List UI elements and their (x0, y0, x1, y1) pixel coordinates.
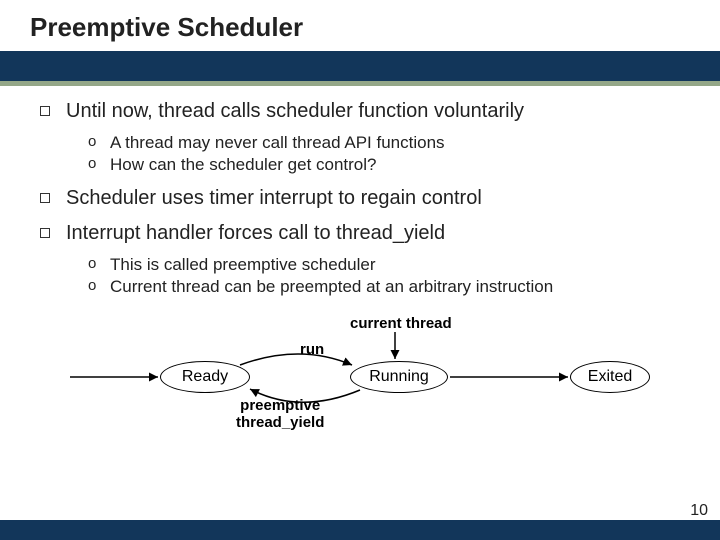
bullet-text: Interrupt handler forces call to thread_… (66, 222, 445, 245)
bullet-item: Until now, thread calls scheduler functi… (40, 100, 690, 123)
sub-item: o A thread may never call thread API fun… (88, 133, 690, 153)
state-diagram: current thread run preemptive thread_yie… (40, 315, 690, 445)
state-running: Running (350, 361, 448, 393)
bullet-text: Scheduler uses timer interrupt to regain… (66, 187, 482, 210)
state-label: Ready (182, 368, 228, 386)
page-number: 10 (690, 502, 708, 520)
bullet-item: Scheduler uses timer interrupt to regain… (40, 187, 690, 210)
footer-blue-bar (0, 520, 720, 540)
sub-text: This is called preemptive scheduler (110, 255, 376, 275)
state-ready: Ready (160, 361, 250, 393)
title-area: Preemptive Scheduler (0, 0, 720, 51)
circle-bullet-icon: o (88, 133, 100, 153)
sub-text: How can the scheduler get control? (110, 155, 377, 175)
sub-item: o How can the scheduler get control? (88, 155, 690, 175)
square-bullet-icon (40, 106, 50, 116)
content-body: Until now, thread calls scheduler functi… (0, 86, 720, 445)
square-bullet-icon (40, 228, 50, 238)
state-label: Running (369, 368, 429, 386)
bullet-text: Until now, thread calls scheduler functi… (66, 100, 524, 123)
sub-list: o This is called preemptive scheduler o … (40, 251, 690, 309)
header-blue-bar (0, 51, 720, 81)
circle-bullet-icon: o (88, 255, 100, 275)
square-bullet-icon (40, 193, 50, 203)
sub-item: o This is called preemptive scheduler (88, 255, 690, 275)
circle-bullet-icon: o (88, 277, 100, 297)
slide-title: Preemptive Scheduler (30, 12, 720, 43)
sub-list: o A thread may never call thread API fun… (40, 129, 690, 187)
state-exited: Exited (570, 361, 650, 393)
sub-text: Current thread can be preempted at an ar… (110, 277, 553, 297)
state-label: Exited (588, 368, 632, 386)
bullet-item: Interrupt handler forces call to thread_… (40, 222, 690, 245)
sub-item: o Current thread can be preempted at an … (88, 277, 690, 297)
circle-bullet-icon: o (88, 155, 100, 175)
sub-text: A thread may never call thread API funct… (110, 133, 445, 153)
